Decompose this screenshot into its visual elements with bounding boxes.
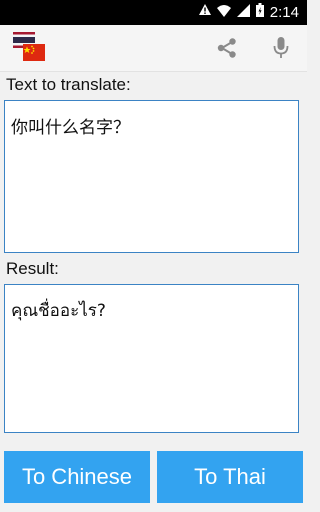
thai-chinese-flags-icon[interactable] xyxy=(11,31,47,63)
result-label: Result: xyxy=(6,259,59,278)
to-chinese-button[interactable]: To Chinese xyxy=(4,451,150,503)
signal-icon xyxy=(236,3,250,21)
share-icon[interactable] xyxy=(212,33,242,63)
status-bar: 2:14 xyxy=(0,0,307,25)
input-label: Text to translate: xyxy=(6,75,131,94)
battery-icon xyxy=(255,3,264,21)
status-icons: 2:14 xyxy=(198,3,299,21)
result-output[interactable]: คุณชื่ออะไร? xyxy=(4,284,299,433)
translate-input[interactable]: 你叫什么名字？ xyxy=(4,100,299,253)
wifi-icon xyxy=(216,4,231,21)
status-time: 2:14 xyxy=(269,3,299,21)
action-bar xyxy=(0,25,307,72)
microphone-icon[interactable] xyxy=(266,33,296,63)
to-thai-button[interactable]: To Thai xyxy=(157,451,303,503)
notification-icon xyxy=(198,4,211,20)
